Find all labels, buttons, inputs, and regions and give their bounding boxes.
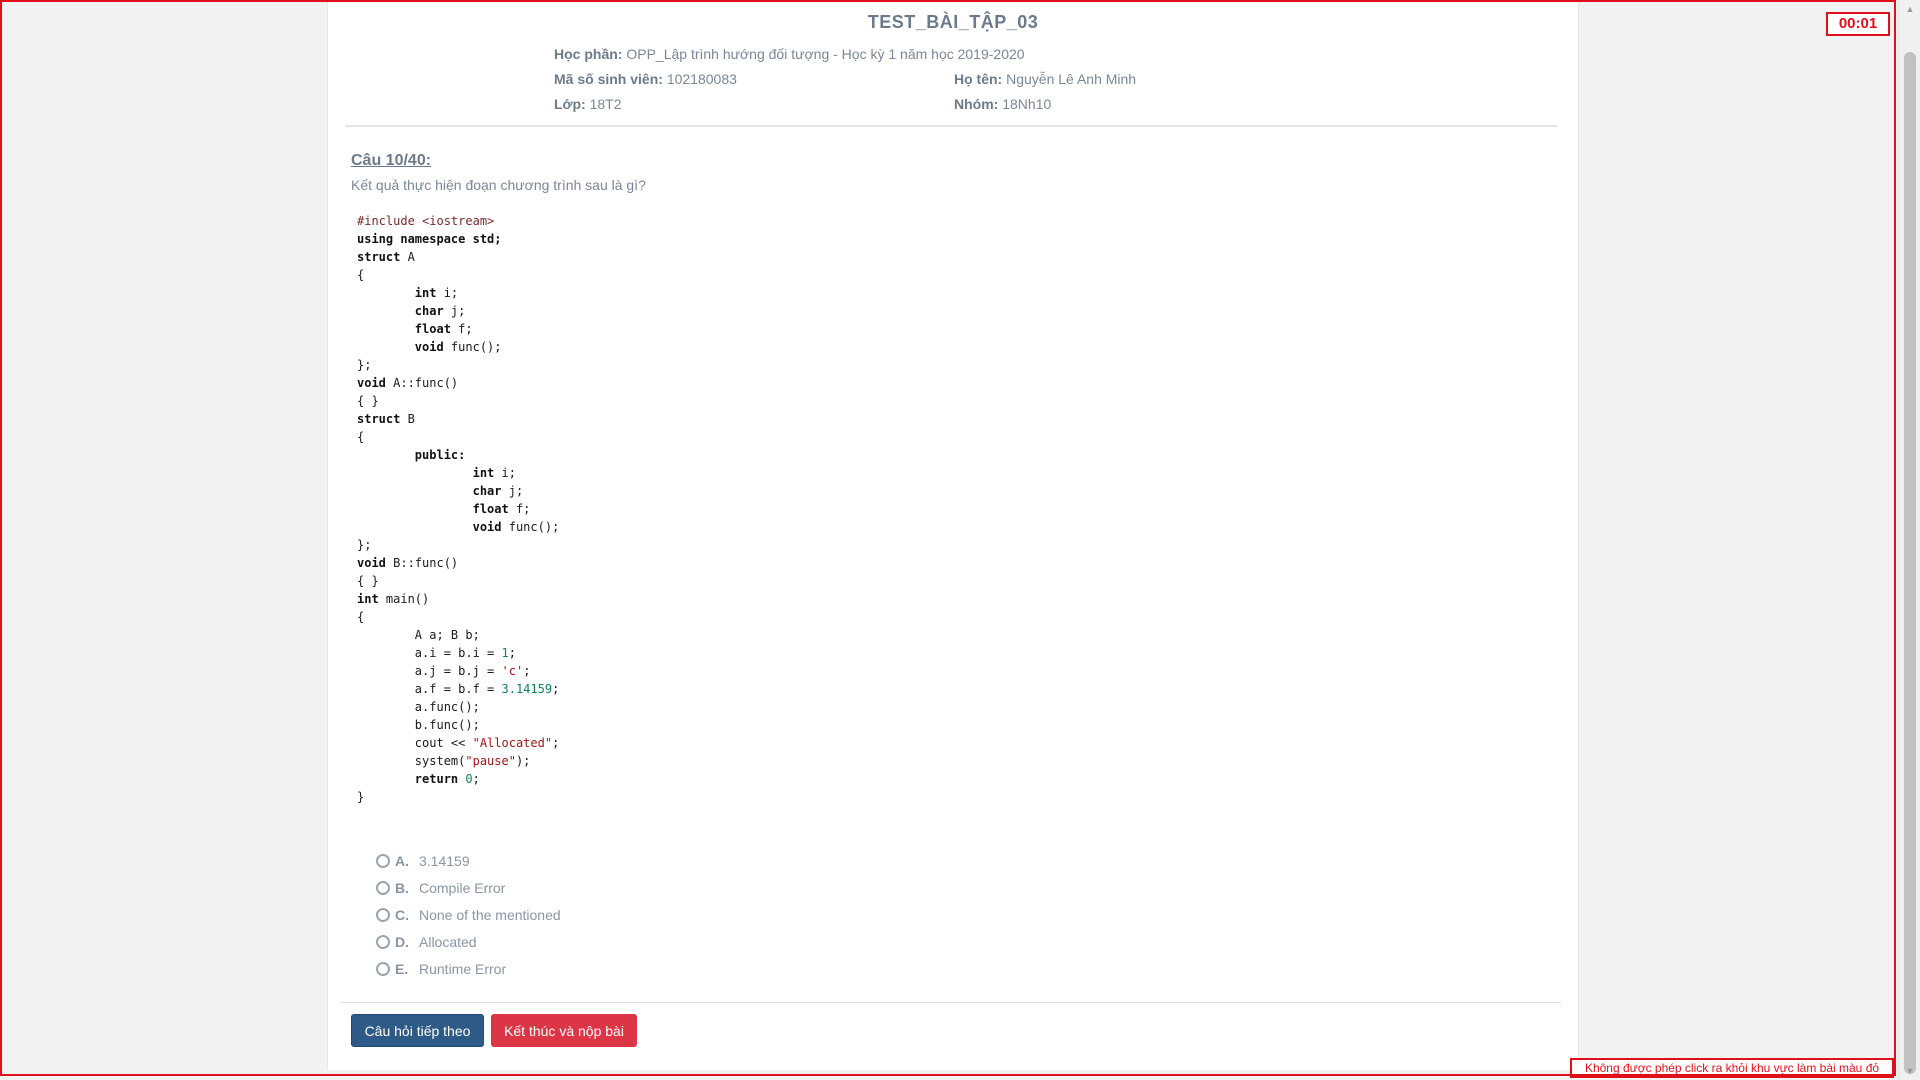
question-text: Kết quả thực hiện đoạn chương trình sau … — [351, 177, 646, 193]
radio-icon[interactable] — [376, 907, 390, 922]
name-value: Nguyễn Lê Anh Minh — [1006, 71, 1137, 87]
group-label: Nhóm: — [954, 96, 999, 112]
answer-options: A. 3.14159 B. Compile Error C. None of t… — [376, 847, 561, 982]
header-divider — [345, 125, 1557, 127]
radio-icon[interactable] — [376, 880, 390, 895]
next-question-button[interactable]: Câu hỏi tiếp theo — [351, 1014, 484, 1047]
option-e[interactable]: E. Runtime Error — [376, 955, 561, 982]
option-d[interactable]: D. Allocated — [376, 928, 561, 955]
option-a[interactable]: A. 3.14159 — [376, 847, 561, 874]
page-scrollbar[interactable]: ▲ ▼ — [1898, 0, 1920, 1080]
exam-title: TEST_BÀI_TẬP_03 — [867, 12, 1039, 32]
code-block: #include <iostream> using namespace std;… — [357, 214, 560, 804]
class-value: 18T2 — [589, 96, 622, 112]
class-label: Lớp: — [554, 96, 586, 112]
option-b[interactable]: B. Compile Error — [376, 874, 561, 901]
class-info: Lớp: 18T2 — [554, 96, 622, 112]
student-id-value: 102180083 — [666, 71, 737, 87]
option-letter: D. — [395, 933, 409, 950]
option-letter: E. — [395, 960, 409, 977]
radio-icon[interactable] — [376, 853, 390, 868]
student-id-info: Mã số sinh viên: 102180083 — [554, 71, 737, 87]
scroll-up-icon[interactable]: ▲ — [1904, 2, 1916, 16]
countdown-timer: 00:01 — [1826, 12, 1890, 36]
radio-icon[interactable] — [376, 961, 390, 976]
course-value: OPP_Lập trình hướng đối tượng - Học kỳ 1… — [626, 46, 1025, 62]
option-letter: A. — [395, 852, 409, 869]
group-info: Nhóm: 18Nh10 — [954, 96, 1051, 112]
question-number: Câu 10/40: — [351, 152, 432, 169]
option-c[interactable]: C. None of the mentioned — [376, 901, 561, 928]
option-letter: C. — [395, 906, 409, 923]
option-text: Runtime Error — [419, 960, 507, 977]
exam-panel: TEST_BÀI_TẬP_03 Học phần: OPP_Lập trình … — [327, 0, 1579, 1070]
radio-icon[interactable] — [376, 934, 390, 949]
group-value: 18Nh10 — [1002, 96, 1052, 112]
option-text: Allocated — [419, 933, 477, 950]
name-label: Họ tên: — [954, 71, 1003, 87]
student-id-label: Mã số sinh viên: — [554, 71, 663, 87]
option-text: Compile Error — [419, 879, 506, 896]
submit-exam-button[interactable]: Kết thúc và nộp bài — [491, 1014, 637, 1047]
footer-divider — [340, 1002, 1562, 1003]
scroll-down-icon[interactable]: ▼ — [1904, 1064, 1916, 1078]
warning-message: Không được phép click ra khỏi khu vực là… — [1570, 1058, 1894, 1078]
option-text: 3.14159 — [419, 852, 470, 869]
option-letter: B. — [395, 879, 409, 896]
student-name-info: Họ tên: Nguyễn Lê Anh Minh — [954, 71, 1136, 87]
course-label: Học phần: — [554, 46, 623, 62]
scroll-thumb[interactable] — [1904, 52, 1916, 1074]
course-info: Học phần: OPP_Lập trình hướng đối tượng … — [554, 46, 1025, 62]
option-text: None of the mentioned — [419, 906, 561, 923]
